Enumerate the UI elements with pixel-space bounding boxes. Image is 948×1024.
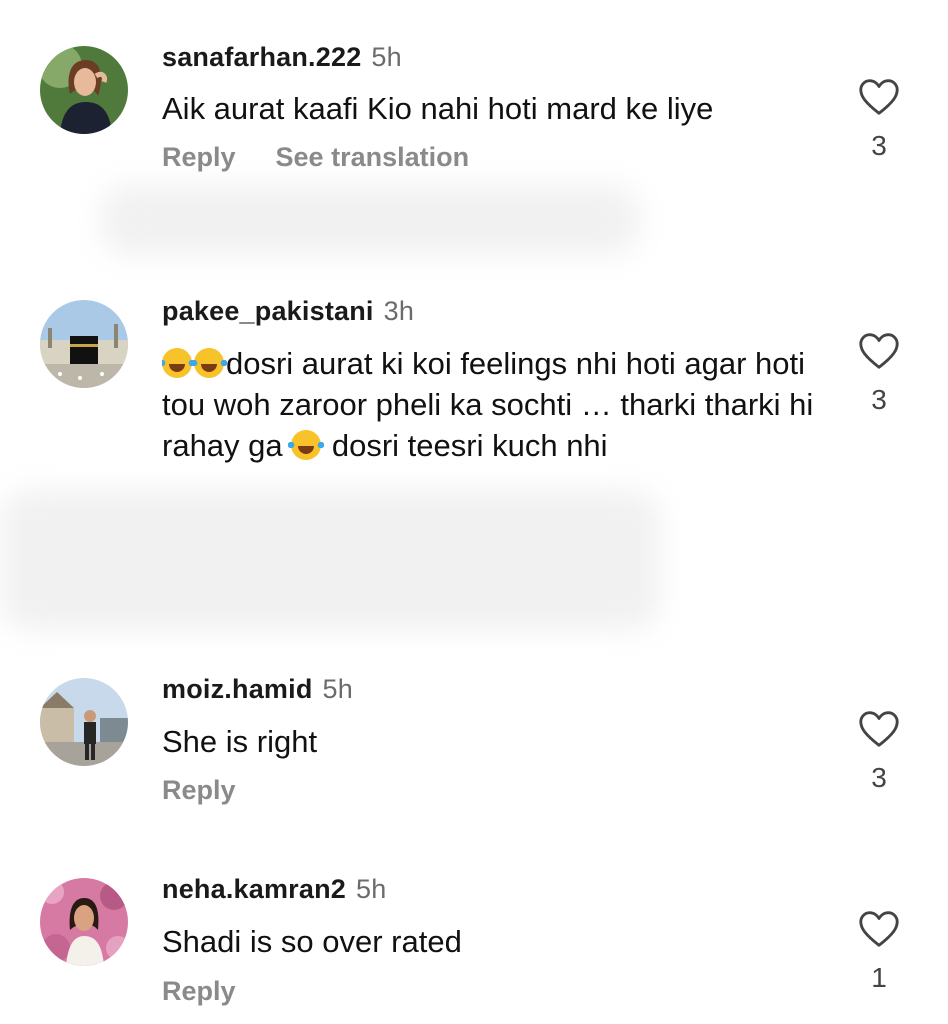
- avatar[interactable]: [40, 46, 128, 134]
- face-with-tears-of-joy-icon: [162, 348, 195, 378]
- comment-text: dosri aurat ki koi feelings nhi hoti aga…: [162, 343, 822, 467]
- comment-timestamp: 5h: [356, 874, 387, 904]
- reply-button[interactable]: Reply: [162, 976, 236, 1006]
- comment-timestamp: 5h: [322, 674, 353, 704]
- reply-button[interactable]: Reply: [162, 142, 236, 172]
- heart-outline-icon[interactable]: [856, 74, 902, 120]
- username-text[interactable]: neha.kamran2: [162, 874, 346, 904]
- heart-outline-icon[interactable]: [856, 706, 902, 752]
- like-count: 3: [871, 130, 887, 161]
- comment-username[interactable]: sanafarhan.222 5h: [162, 42, 402, 73]
- username-text[interactable]: sanafarhan.222: [162, 42, 361, 72]
- username-text[interactable]: moiz.hamid: [162, 674, 313, 704]
- comment-actions: Reply See translation: [162, 142, 469, 173]
- comment-actions: Reply: [162, 976, 236, 1007]
- face-with-tears-of-joy-icon: [288, 430, 325, 460]
- comment-timestamp: 3h: [383, 296, 415, 326]
- comment-text: Aik aurat kaafi Kio nahi hoti mard ke li…: [162, 91, 714, 126]
- redaction-smudge: [0, 490, 660, 630]
- comment-text-part: dosri teesri kuch nhi: [323, 428, 608, 463]
- face-with-tears-of-joy-icon: [191, 348, 227, 378]
- username-text[interactable]: pakee_pakistani: [162, 296, 374, 326]
- redaction-smudge: [100, 185, 640, 255]
- like-count: 3: [871, 762, 887, 793]
- heart-outline-icon[interactable]: [856, 906, 902, 952]
- heart-outline-icon[interactable]: [856, 328, 902, 374]
- avatar[interactable]: [40, 678, 128, 766]
- reply-button[interactable]: Reply: [162, 775, 236, 805]
- avatar[interactable]: [40, 300, 128, 388]
- see-translation-button[interactable]: See translation: [276, 142, 470, 172]
- comment-username[interactable]: moiz.hamid 5h: [162, 674, 353, 705]
- like-count: 3: [871, 384, 887, 415]
- comment-text: Shadi is so over rated: [162, 924, 462, 959]
- comment-actions: Reply: [162, 775, 236, 806]
- comment-timestamp: 5h: [371, 42, 402, 72]
- comment-username[interactable]: pakee_pakistani 3h: [162, 296, 414, 327]
- avatar[interactable]: [40, 878, 128, 966]
- comment-username[interactable]: neha.kamran2 5h: [162, 874, 386, 905]
- comment-text: She is right: [162, 724, 318, 759]
- like-count: 1: [871, 962, 887, 993]
